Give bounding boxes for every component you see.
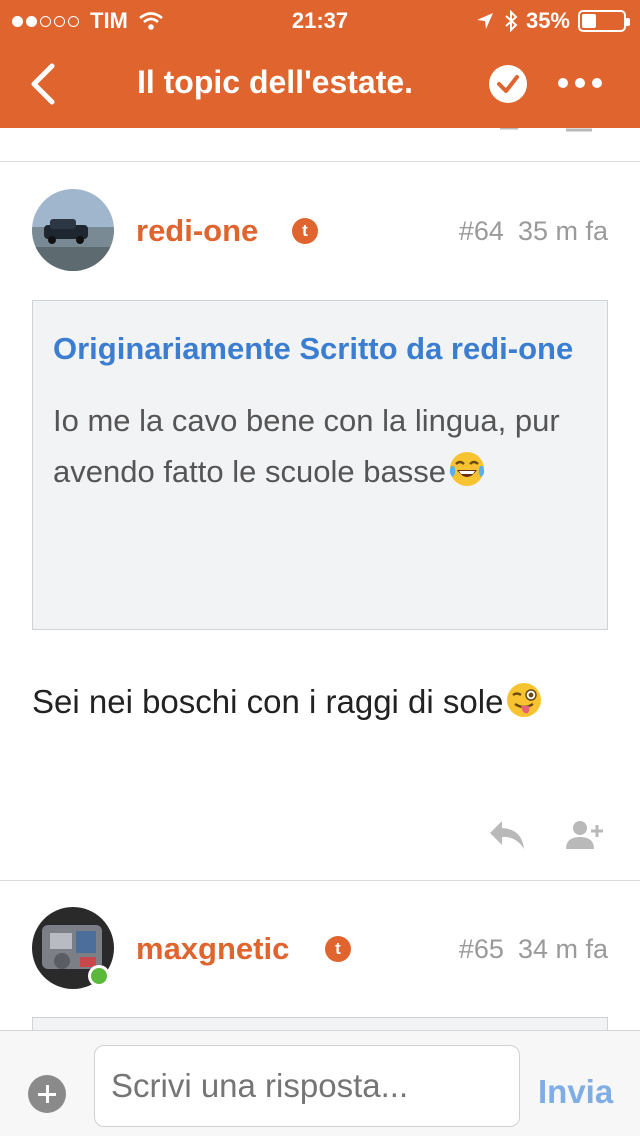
reply-icon[interactable] xyxy=(488,819,526,851)
post-number: #65 xyxy=(458,934,504,964)
avatar[interactable] xyxy=(32,189,114,271)
reply-bar: Invia xyxy=(0,1030,640,1136)
add-attachment-icon[interactable] xyxy=(28,1075,66,1113)
post-time: 35 m fa xyxy=(517,216,608,246)
battery-icon xyxy=(578,10,630,32)
status-bar: TIM 21:37 35% xyxy=(0,0,640,40)
tapatalk-badge-icon: t xyxy=(325,936,351,962)
post-body: Sei nei boschi con i raggi di sole xyxy=(32,675,602,728)
post-meta: #64 35 m fa xyxy=(459,216,608,247)
tears-of-joy-emoji xyxy=(449,452,485,486)
quote-header[interactable]: Originariamente Scritto da redi-one xyxy=(53,323,587,375)
reply-input[interactable] xyxy=(94,1045,520,1127)
add-user-icon[interactable] xyxy=(566,128,592,134)
post-author[interactable]: maxgnetic xyxy=(136,931,289,967)
send-button[interactable]: Invia xyxy=(538,1073,613,1111)
app-header: TIM 21:37 35% Il topic dell'estate. xyxy=(0,0,640,128)
add-user-icon[interactable] xyxy=(566,819,606,851)
topic-title: Il topic dell'estate. xyxy=(136,64,414,100)
post-number: #64 xyxy=(458,216,504,246)
online-indicator xyxy=(88,965,110,987)
post-65: maxgnetic t #65 34 m fa xyxy=(0,881,640,1037)
battery-percent: 35% xyxy=(525,8,570,33)
post-actions xyxy=(448,819,606,851)
nav-bar: Il topic dell'estate. xyxy=(0,40,640,128)
previous-post-footer xyxy=(0,128,640,162)
location-arrow-icon xyxy=(476,13,493,29)
tapatalk-badge-icon: t xyxy=(292,218,318,244)
bluetooth-icon xyxy=(505,10,518,32)
post-meta: #65 34 m fa xyxy=(459,934,608,965)
ellipsis-icon[interactable] xyxy=(558,78,609,88)
post-time: 34 m fa xyxy=(517,934,608,964)
quote-text: Io me la cavo bene con la lingua, pur av… xyxy=(53,403,560,489)
post-64: redi-one t #64 35 m fa Originariamente Sc… xyxy=(0,163,640,881)
check-circle-icon xyxy=(489,65,527,103)
quote-block: Originariamente Scritto da redi-one Io m… xyxy=(32,300,608,630)
post-author[interactable]: redi-one xyxy=(136,213,258,249)
winking-tongue-emoji xyxy=(507,683,542,717)
reply-icon[interactable] xyxy=(496,128,522,134)
